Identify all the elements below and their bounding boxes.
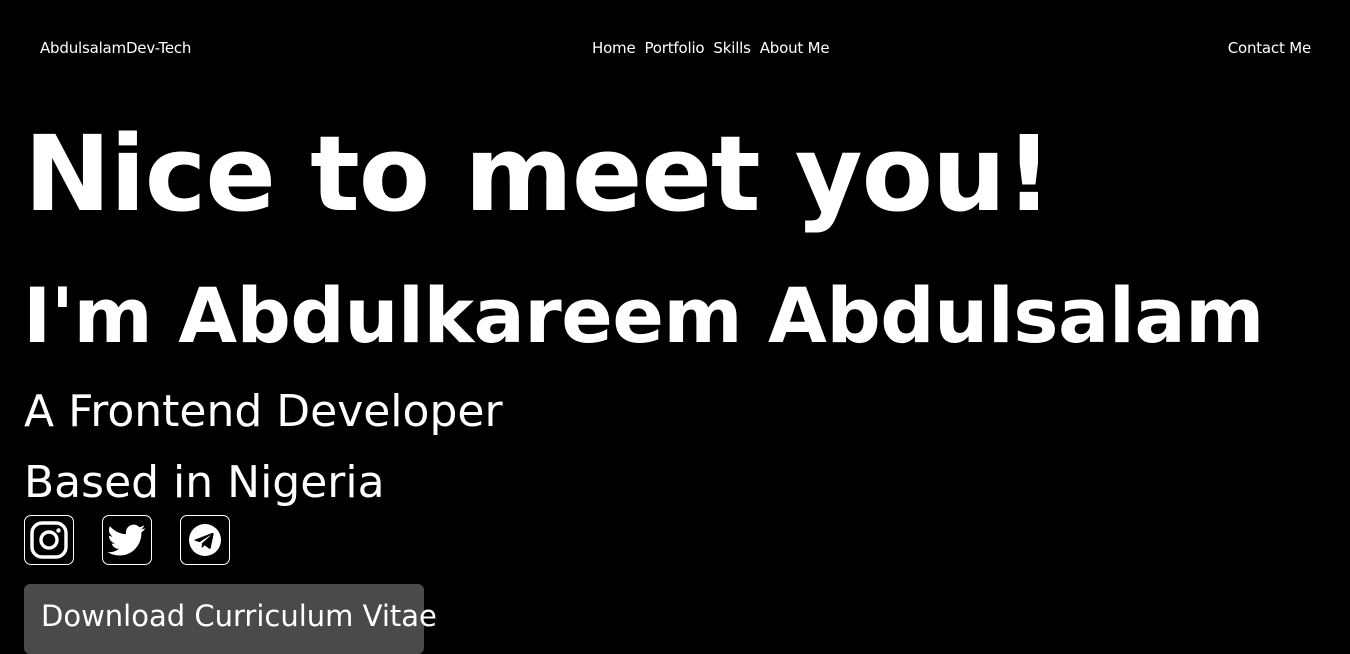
hero-location: Based in Nigeria	[24, 457, 385, 508]
hero-role: A Frontend Developer	[24, 386, 503, 437]
telegram-icon	[189, 524, 221, 556]
telegram-link[interactable]	[180, 515, 230, 565]
twitter-icon	[108, 524, 146, 556]
instagram-link[interactable]	[24, 515, 74, 565]
nav-link-portfolio[interactable]: Portfolio	[645, 38, 705, 58]
twitter-link[interactable]	[102, 515, 152, 565]
hero-greeting: Nice to meet you!	[24, 113, 1053, 235]
top-navbar: AbdulsalamDev-Tech Home Portfolio Skills…	[0, 0, 1350, 95]
nav-link-home[interactable]: Home	[592, 38, 636, 58]
brand-logo-link[interactable]: AbdulsalamDev-Tech	[40, 38, 191, 58]
nav-link-skills[interactable]: Skills	[713, 38, 751, 58]
instagram-icon	[30, 521, 68, 559]
contact-me-link[interactable]: Contact Me	[1228, 38, 1312, 58]
hero-name: I'm Abdulkareem Abdulsalam	[23, 271, 1264, 360]
social-links	[24, 515, 230, 565]
download-cv-button[interactable]: Download Curriculum Vitae	[24, 584, 437, 654]
nav-link-about-me[interactable]: About Me	[760, 38, 830, 58]
nav-links: Home Portfolio Skills About Me	[592, 38, 830, 58]
